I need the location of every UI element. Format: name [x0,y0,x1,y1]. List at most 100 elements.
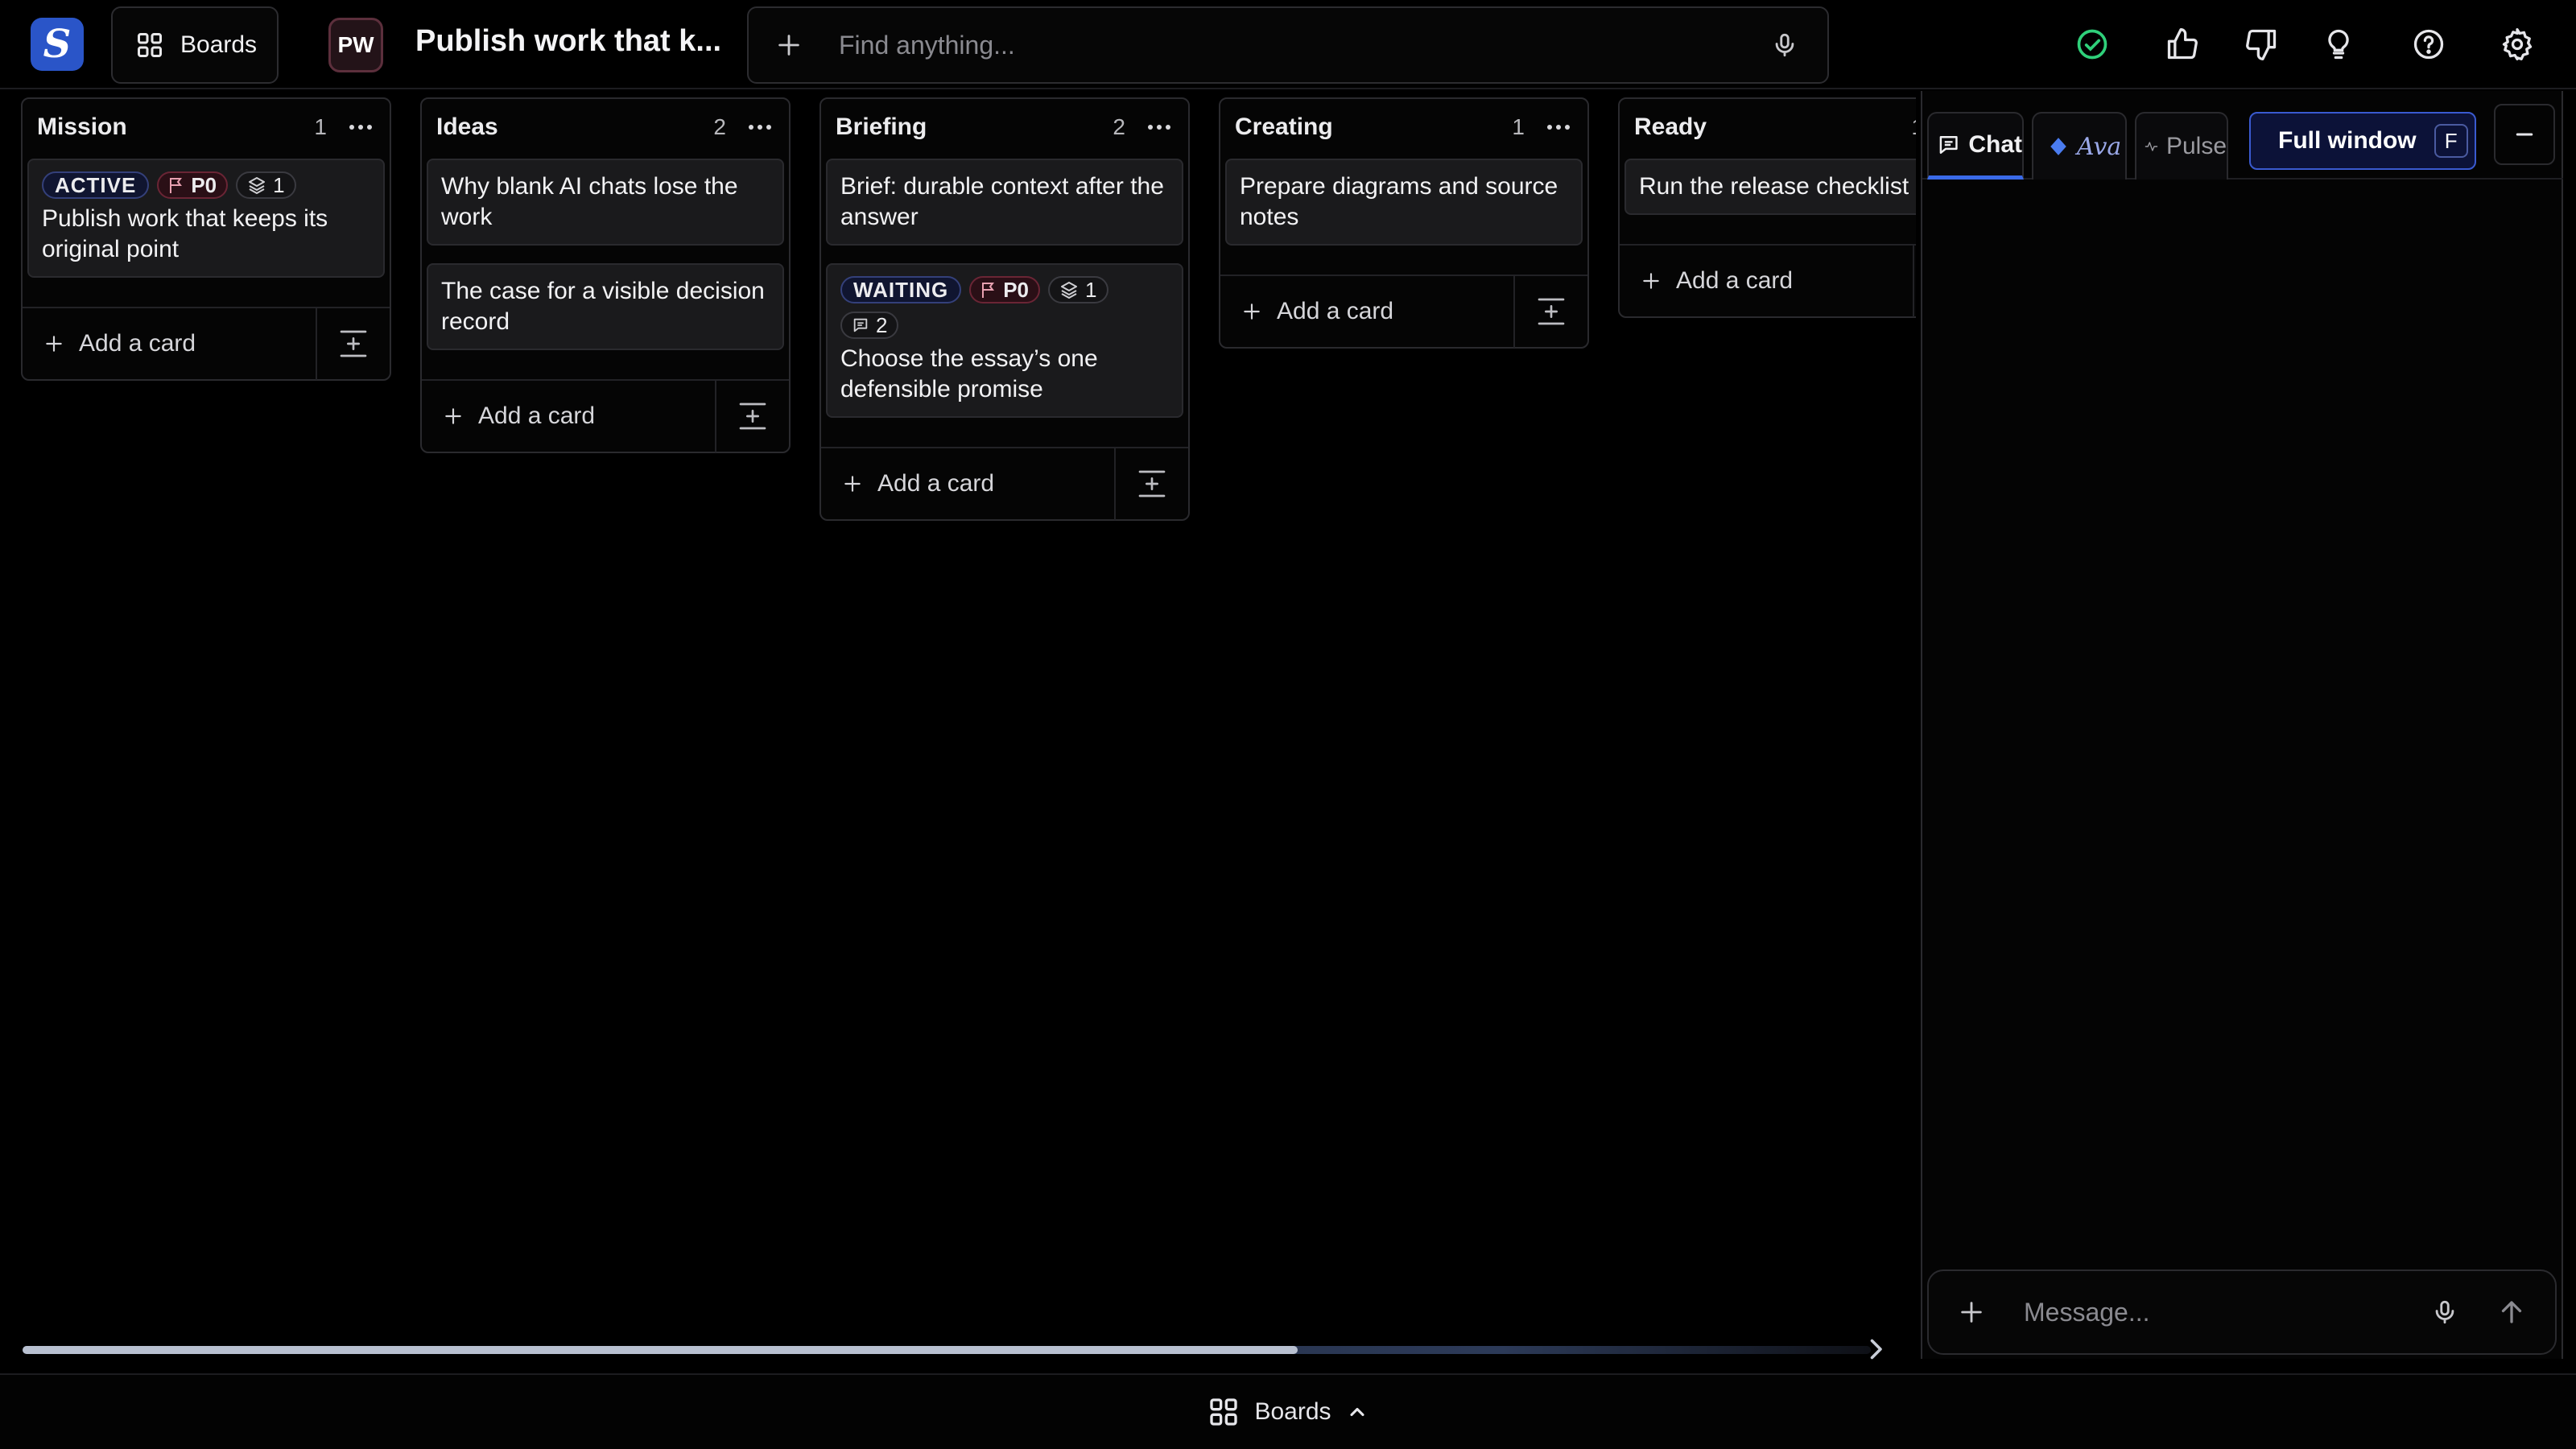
top-bar: S Boards PW Publish work that k... [0,0,2576,89]
priority-badge: P0 [157,171,229,199]
column-footer: Add a card [1620,244,1916,317]
card[interactable]: Why blank AI chats lose the work [427,159,784,246]
plus-icon [46,336,62,352]
card-title: Why blank AI chats lose the work [441,173,738,230]
minus-icon [2516,133,2533,136]
column-creating: Creating 1 Prepare diagrams and source n… [1219,97,1589,349]
logo-letter: S [43,22,72,67]
column-count: 2 [1113,114,1125,139]
add-card-button[interactable]: Add a card [1641,267,1913,295]
tab-chat[interactable]: Chat [1927,112,2024,180]
thumbs-down-icon[interactable] [2240,23,2283,66]
add-card-button[interactable]: Add a card [43,330,316,357]
scrollbar-thumb[interactable] [23,1346,1298,1354]
microphone-icon[interactable] [2431,1298,2458,1326]
workspace-initials: PW [337,32,374,57]
card-title: Choose the essay’s one defensible promis… [840,345,1098,402]
column-title[interactable]: Ideas [436,114,713,141]
workspace-title[interactable]: Publish work that k... [415,24,721,59]
column-header: Creating 1 [1220,99,1587,155]
add-card-label: Add a card [79,330,196,357]
comment-badge: 2 [840,312,899,339]
check-circle-icon[interactable] [2070,23,2114,66]
subtask-badge: 1 [1048,276,1108,303]
column-title[interactable]: Mission [37,114,314,141]
more-horizontal-icon[interactable] [745,123,774,131]
kanban-board: Mission 1 ACTIVE P0 1 Publish work that … [0,91,1916,1355]
message-input[interactable] [2024,1297,2431,1327]
template-icon[interactable] [1515,295,1587,328]
more-horizontal-icon[interactable] [346,123,375,131]
column-header: Ideas 2 [422,99,789,155]
microphone-icon[interactable] [1771,31,1798,59]
card-title: Brief: durable context after the answer [840,173,1164,230]
column-title[interactable]: Creating [1235,114,1512,141]
full-window-button[interactable]: Full window F [2249,112,2476,170]
workspace-avatar[interactable]: PW [328,18,383,72]
chevron-up-icon [1346,1401,1368,1423]
more-horizontal-icon[interactable] [1145,123,1174,131]
add-card-label: Add a card [877,470,995,497]
tab-label: Ava [2077,132,2122,161]
layers-icon [249,177,266,194]
column-count: 2 [713,114,726,139]
column-title[interactable]: Ready [1634,114,1911,141]
plus-icon[interactable] [1958,1298,1985,1326]
help-icon[interactable] [2407,23,2450,66]
tab-ava[interactable]: Ava [2032,112,2127,180]
boards-button[interactable]: Boards [111,6,279,84]
column-footer: Add a card [422,379,789,452]
lightbulb-icon[interactable] [2317,23,2360,66]
grid-icon [135,31,164,60]
card[interactable]: ACTIVE P0 1 Publish work that keeps its … [27,159,385,278]
plus-icon [844,476,861,492]
column-briefing: Briefing 2 Brief: durable context after … [819,97,1190,521]
column-title[interactable]: Briefing [836,114,1113,141]
add-card-button[interactable]: Add a card [443,402,715,430]
plus-icon[interactable] [773,31,805,59]
shortcut-key: F [2434,124,2468,158]
full-window-label: Full window [2278,127,2417,154]
bottom-boards-label: Boards [1254,1398,1331,1425]
minimize-button[interactable] [2494,104,2555,165]
flag-icon [982,283,995,298]
status-badge: WAITING [840,276,962,303]
card[interactable]: Prepare diagrams and source notes [1225,159,1583,246]
card-title: The case for a visible decision record [441,278,765,335]
layers-icon [1061,282,1078,299]
column-mission: Mission 1 ACTIVE P0 1 Publish work that … [21,97,391,381]
board-scrollbar[interactable] [23,1346,1871,1354]
template-icon[interactable] [1116,468,1188,500]
card-title: Publish work that keeps its original poi… [42,205,328,262]
send-arrow-icon[interactable] [2497,1298,2526,1327]
template-icon[interactable] [716,400,789,432]
bottom-bar[interactable]: Boards [0,1373,2576,1449]
add-card-button[interactable]: Add a card [842,470,1114,497]
thumbs-up-icon[interactable] [2161,23,2204,66]
card[interactable]: Brief: durable context after the answer [826,159,1183,246]
more-horizontal-icon[interactable] [1544,123,1573,131]
comment-count: 2 [876,312,888,337]
diamond-icon [2050,138,2066,155]
gear-icon[interactable] [2496,23,2539,66]
template-icon[interactable] [1914,265,1916,297]
chevron-right-icon[interactable] [1861,1335,1890,1364]
message-composer[interactable] [1927,1269,2557,1355]
plus-icon [445,408,461,424]
search-input[interactable] [839,30,1771,60]
column-header: Briefing 2 [821,99,1188,155]
search-bar[interactable] [747,6,1829,84]
card[interactable]: The case for a visible decision record [427,263,784,350]
chat-icon [1939,135,1958,154]
add-card-button[interactable]: Add a card [1241,298,1513,325]
card[interactable]: WAITING P0 1 2 Choose the essay’s one de… [826,263,1183,418]
card-title: Prepare diagrams and source notes [1240,173,1558,230]
column-ideas: Ideas 2 Why blank AI chats lose the work… [420,97,791,453]
column-header: Mission 1 [23,99,390,155]
tab-pulse[interactable]: Pulse [2135,112,2228,180]
app-logo[interactable]: S [31,18,84,71]
card[interactable]: Run the release checklist [1624,159,1916,215]
add-card-label: Add a card [478,402,596,429]
add-card-label: Add a card [1676,267,1794,294]
template-icon[interactable] [317,328,390,360]
